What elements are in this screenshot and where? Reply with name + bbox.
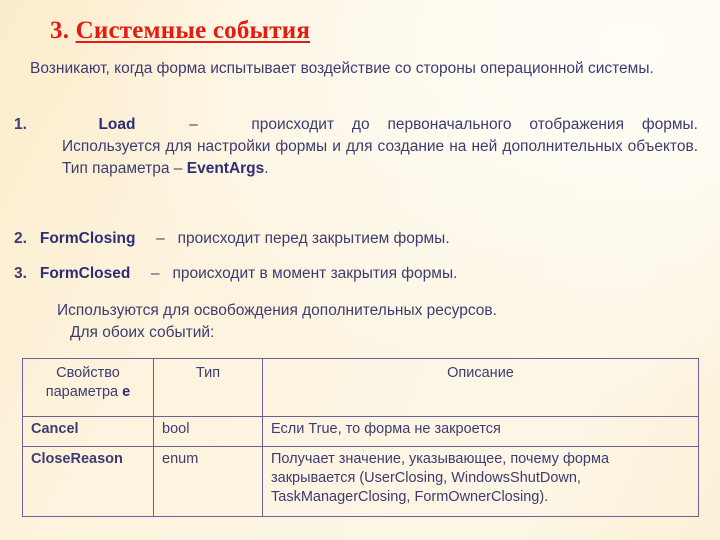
slide-title-number: 3. [50,17,70,44]
table-row: Cancel bool Если True, то форма не закро… [22,416,699,447]
list-item-load-detail-before: Используется для настройки формы и для с… [62,138,698,177]
list-item-load-line1-tail: происходит до первоначального отображени… [251,116,698,133]
slide-canvas: 3. Системные события Возникают, когда фо… [0,0,720,540]
list-item-load-detail: Используется для настройки формы и для с… [62,136,698,180]
properties-table-wrapper: Свойство параметра e Тип Описание Cancel… [22,358,699,517]
list-item-load: 1. Load – происходит до первоначального … [14,114,698,180]
table-header-property-line1: Свойство [56,365,120,381]
note-line-1: Используются для освобождения дополнител… [57,302,497,319]
intro-paragraph: Возникают, когда форма испытывает воздей… [30,60,654,77]
table-header-row: Свойство параметра e Тип Описание [22,358,699,417]
list-item-formclosing: 2. FormClosing – происходит перед закрыт… [14,228,450,250]
list-item-load-detail-after: . [264,160,269,177]
properties-table: Свойство параметра e Тип Описание Cancel… [22,358,699,517]
table-row: CloseReason enum Получает значение, указ… [22,446,699,517]
list-item-formclosing-dash: – [156,230,165,247]
table-header-property-param-e: e [122,384,131,400]
list-item-load-number: 1. [14,116,27,133]
list-item-load-keyword: Load [98,116,136,133]
table-header-type: Тип [153,358,263,417]
list-item-formclosed-description: происходит в момент закрытия формы. [172,265,458,282]
table-header-property-line2: параметра [45,384,123,400]
table-cell-description: Если True, то форма не закроется [262,416,699,447]
slide-title-text: Системные события [75,17,311,44]
table-cell-type: bool [153,416,263,447]
list-item-load-dash: – [189,116,198,133]
list-item-formclosing-number: 2. [14,230,27,247]
table-cell-property: Cancel [22,416,154,447]
list-item-load-detail-keyword: EventArgs [186,160,265,177]
slide-title: 3. Системные события [50,17,310,45]
list-item-formclosed-keyword: FormClosed [39,265,131,282]
list-item-formclosed: 3. FormClosed – происходит в момент закр… [14,263,457,285]
list-item-formclosed-dash: – [150,265,160,282]
note-line-2: Для обоих событий: [70,324,215,341]
list-item-formclosed-number: 3. [14,265,27,282]
table-header-property: Свойство параметра e [22,358,154,417]
table-cell-description: Получает значение, указывающее, почему ф… [262,446,699,517]
table-cell-type: enum [153,446,263,517]
list-item-formclosing-description: происходит перед закрытием формы. [177,230,450,247]
list-item-formclosing-keyword: FormClosing [39,230,136,247]
list-item-load-line1: 1. Load – происходит до первоначального … [14,114,698,136]
table-cell-property: CloseReason [22,446,154,517]
table-header-description: Описание [262,358,699,417]
